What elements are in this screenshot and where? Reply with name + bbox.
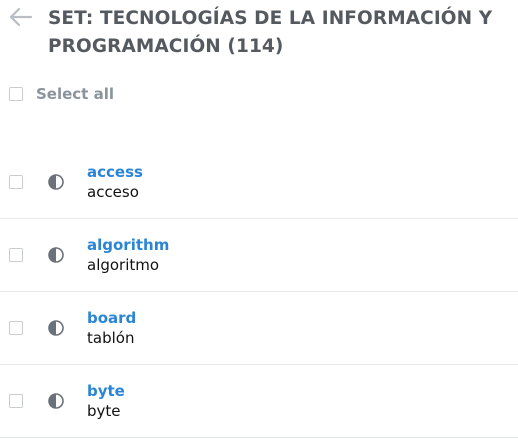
item-checkbox[interactable] xyxy=(9,394,23,408)
item-term[interactable]: byte xyxy=(87,382,125,400)
select-all-label: Select all xyxy=(36,85,114,103)
list-item: byte byte xyxy=(0,365,518,438)
list-item: algorithm algoritmo xyxy=(0,219,518,292)
item-definition: tablón xyxy=(87,329,135,347)
item-definition: byte xyxy=(87,402,121,420)
speaker-icon[interactable] xyxy=(46,318,66,338)
list-item: board tablón xyxy=(0,292,518,365)
select-all[interactable]: Select all xyxy=(9,85,114,103)
item-term[interactable]: algorithm xyxy=(87,236,169,254)
speaker-icon[interactable] xyxy=(46,245,66,265)
item-checkbox[interactable] xyxy=(9,175,23,189)
item-definition: algoritmo xyxy=(87,256,160,274)
list-item: access acceso xyxy=(0,146,518,219)
speaker-icon[interactable] xyxy=(46,391,66,411)
back-arrow-icon[interactable] xyxy=(7,6,33,28)
speaker-icon[interactable] xyxy=(46,172,66,192)
item-term[interactable]: access xyxy=(87,163,143,181)
item-definition: acceso xyxy=(87,183,139,201)
item-checkbox[interactable] xyxy=(9,321,23,335)
select-all-checkbox[interactable] xyxy=(9,87,23,101)
word-set-page: SET: TECNOLOGÍAS DE LA INFORMACIÓN Y PRO… xyxy=(0,0,518,438)
item-checkbox[interactable] xyxy=(9,248,23,262)
page-title: SET: TECNOLOGÍAS DE LA INFORMACIÓN Y PRO… xyxy=(48,8,493,57)
word-list: access acceso algorithm algoritmo board … xyxy=(0,146,518,438)
item-term[interactable]: board xyxy=(87,309,136,327)
